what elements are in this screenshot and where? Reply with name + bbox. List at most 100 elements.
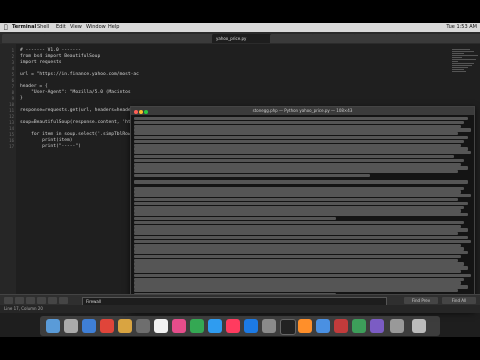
code-line: # ------- V1.0 -------: [20, 47, 81, 53]
selection-toggle[interactable]: [48, 297, 57, 304]
editor-tab[interactable]: [44, 34, 88, 43]
trash-icon[interactable]: [412, 319, 426, 333]
menu-view[interactable]: View: [70, 23, 82, 32]
contacts-icon[interactable]: [136, 319, 150, 333]
app-store-icon[interactable]: [244, 319, 258, 333]
line-number: 2: [11, 54, 14, 59]
terminal-output-line: [134, 128, 471, 132]
apple-icon[interactable]: : [4, 23, 8, 32]
safari-icon[interactable]: [82, 319, 96, 333]
code-line: print("-----"): [20, 143, 81, 149]
facetime-icon[interactable]: [208, 319, 222, 333]
word-toggle[interactable]: [26, 297, 35, 304]
editor-tab-bar: yahoo_price.py: [0, 32, 480, 44]
status-bar: Line 17, Column 20: [0, 305, 480, 313]
terminal-output-line: [134, 186, 465, 190]
menu-shell[interactable]: Shell: [37, 23, 49, 32]
menu-window[interactable]: Window: [86, 23, 106, 32]
music-icon[interactable]: [226, 319, 240, 333]
wrap-toggle[interactable]: [37, 297, 46, 304]
line-number: 10: [9, 102, 14, 107]
zoom-button[interactable]: [144, 110, 148, 114]
calendar-icon[interactable]: [154, 319, 168, 333]
editor-tab[interactable]: [438, 34, 480, 43]
sublime-text-icon[interactable]: [298, 319, 312, 333]
menu-edit[interactable]: Edit: [56, 23, 66, 32]
terminal-output-line: [134, 147, 468, 151]
case-toggle[interactable]: [15, 297, 24, 304]
app-icon[interactable]: [370, 319, 384, 333]
terminal-output-line: [134, 235, 468, 240]
terminal-output-line: [134, 251, 468, 255]
terminal-output-line: [134, 285, 468, 289]
terminal-output-line: [134, 120, 465, 125]
terminal-output-line: [134, 220, 465, 225]
code-line: for item in soup.select('.simpTblRow'): [20, 131, 137, 137]
terminal-output-line: [134, 266, 468, 270]
downloads-icon[interactable]: [390, 319, 404, 333]
terminal-output-line: [134, 216, 337, 221]
launchpad-icon[interactable]: [64, 319, 78, 333]
minimap[interactable]: [452, 48, 478, 108]
code-line: response=requests.get(url, headers=heade: [20, 107, 131, 113]
screen:  Terminal Shell Edit View Window Help T…: [0, 23, 480, 337]
terminal-output-line: [134, 170, 458, 174]
chrome-icon[interactable]: [100, 319, 114, 333]
terminal-output-line: [134, 139, 465, 144]
code-line: from bs4 import BeautifulSoup: [20, 53, 101, 59]
close-button[interactable]: [134, 110, 138, 114]
terminal-output-line: [134, 281, 461, 285]
find-all-button[interactable]: Find All: [442, 297, 476, 304]
terminal-title: stonegg.php — Python yahoo_price.py — 10…: [252, 108, 353, 113]
editor-tab[interactable]: [312, 34, 356, 43]
editor-tab[interactable]: [396, 34, 440, 43]
settings-icon[interactable]: [262, 319, 276, 333]
line-number: 8: [11, 90, 14, 95]
editor-tab-active[interactable]: yahoo_price.py: [212, 34, 272, 43]
messages-icon[interactable]: [190, 319, 204, 333]
menu-help[interactable]: Help: [108, 23, 119, 32]
terminal-output-line: [134, 162, 461, 166]
editor-tab[interactable]: [170, 34, 214, 43]
menu-app-name[interactable]: Terminal: [12, 23, 36, 32]
editor-tab[interactable]: [354, 34, 398, 43]
photos-icon[interactable]: [172, 319, 186, 333]
terminal-output-line: [134, 173, 370, 178]
editor-tab[interactable]: [128, 34, 172, 43]
terminal-output[interactable]: [134, 117, 471, 307]
terminal-output-line: [134, 166, 468, 170]
terminal-output-line: [134, 143, 461, 147]
finder-icon[interactable]: [46, 319, 60, 333]
app-icon[interactable]: [334, 319, 348, 333]
code-line: soup=BeautifulSoup(response.content, 'ht: [20, 119, 131, 125]
line-number: 7: [11, 84, 14, 89]
code-line: import requests: [20, 59, 62, 65]
line-number: 6: [11, 78, 14, 83]
terminal-window[interactable]: stonegg.php — Python yahoo_price.py — 10…: [130, 106, 475, 311]
letterbox-top: [0, 0, 480, 23]
editor-tab[interactable]: [86, 34, 130, 43]
minimize-button[interactable]: [139, 110, 143, 114]
code-line: header = {: [20, 83, 48, 89]
code-line: }: [20, 95, 23, 101]
app-icon[interactable]: [316, 319, 330, 333]
terminal-output-line: [134, 190, 461, 194]
dock: [40, 316, 440, 336]
notes-icon[interactable]: [118, 319, 132, 333]
terminal-output-line: [134, 270, 461, 274]
clock[interactable]: Tue 1:53 AM: [446, 23, 477, 32]
terminal-output-line: [134, 273, 471, 278]
terminal-output-line: [134, 258, 458, 262]
terminal-icon[interactable]: [280, 319, 296, 335]
find-prev-button[interactable]: Find Prev: [404, 297, 438, 304]
regex-toggle[interactable]: [4, 297, 13, 304]
terminal-title-bar[interactable]: stonegg.php — Python yahoo_price.py — 10…: [131, 107, 474, 115]
terminal-output-line: [134, 194, 471, 198]
terminal-output-line: [134, 224, 461, 228]
terminal-output-line: [134, 154, 455, 159]
highlight-toggle[interactable]: [59, 297, 68, 304]
line-number: 4: [11, 66, 14, 71]
editor-tab[interactable]: [2, 34, 46, 43]
editor-tab[interactable]: [270, 34, 314, 43]
app-icon[interactable]: [352, 319, 366, 333]
